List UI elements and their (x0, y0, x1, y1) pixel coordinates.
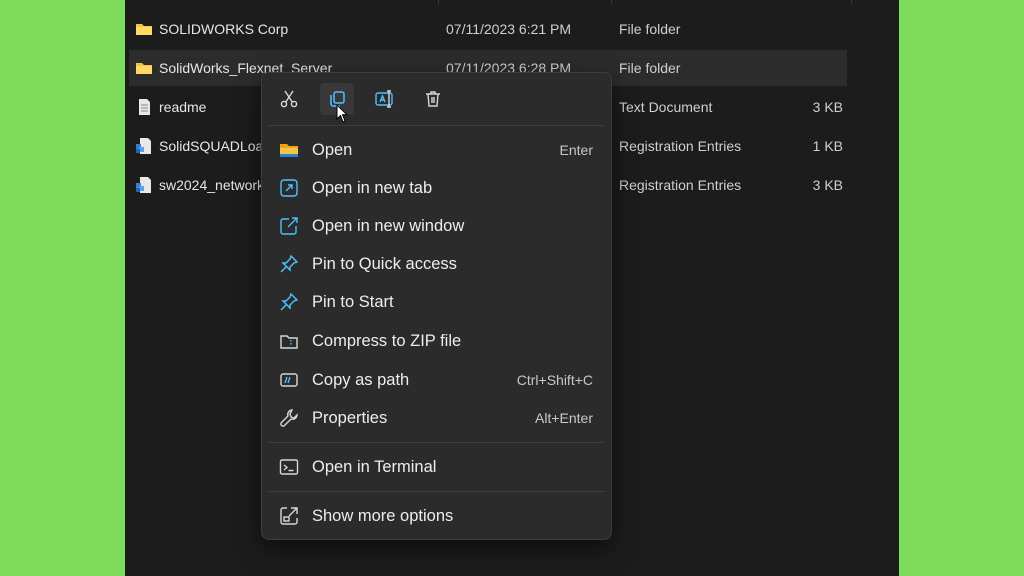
menu-item-pin-quick-access[interactable]: Pin to Quick access (266, 245, 607, 283)
file-size: 1 KB (812, 138, 843, 154)
new-tab-icon (280, 179, 298, 197)
file-row-solidworks-corp[interactable]: SOLIDWORKS Corp 07/11/2023 6:21 PM File … (129, 11, 847, 47)
menu-item-open[interactable]: Open Enter (266, 131, 607, 169)
file-type: File folder (619, 21, 681, 37)
file-type: Registration Entries (619, 138, 742, 154)
menu-item-compress-zip[interactable]: Compress to ZIP file (266, 322, 607, 360)
menu-item-label: Open in new window (312, 217, 465, 235)
menu-item-label: Pin to Start (312, 293, 394, 311)
menu-item-label: Open in new tab (312, 179, 433, 197)
file-size: 3 KB (812, 99, 843, 115)
text-document-icon (139, 99, 150, 115)
file-date: 07/11/2023 6:21 PM (446, 21, 572, 37)
pin-icon (280, 254, 299, 273)
menu-separator (268, 125, 605, 126)
delete-icon (426, 91, 440, 107)
more-options-icon (280, 507, 298, 525)
file-type: Text Document (619, 99, 713, 115)
menu-item-label: Show more options (312, 507, 454, 525)
menu-item-label: Open (312, 141, 353, 159)
menu-separator (268, 491, 605, 492)
column-separator[interactable] (611, 0, 612, 4)
terminal-icon (279, 459, 299, 475)
file-size: 3 KB (812, 177, 843, 193)
new-window-icon (280, 217, 298, 235)
menu-item-label: Compress to ZIP file (312, 332, 462, 350)
folder-icon (136, 63, 152, 74)
column-separator[interactable] (438, 0, 439, 4)
registry-file-icon (136, 138, 151, 154)
file-type: File folder (619, 60, 681, 76)
zip-icon (280, 335, 298, 349)
file-type: Registration Entries (619, 177, 742, 193)
file-size (783, 11, 843, 47)
menu-item-open-terminal[interactable]: Open in Terminal (266, 448, 607, 486)
cut-button[interactable] (272, 83, 306, 115)
rename-icon (375, 90, 393, 108)
menu-item-label: Properties (312, 409, 388, 427)
menu-item-open-new-tab[interactable]: Open in new tab (266, 169, 607, 207)
menu-item-open-new-window[interactable]: Open in new window (266, 207, 607, 245)
file-size (783, 50, 843, 86)
file-name: SOLIDWORKS Corp (159, 21, 289, 37)
menu-item-label: Copy as path (312, 371, 410, 389)
menu-item-show-more-options[interactable]: Show more options (266, 497, 607, 535)
copy-path-icon (280, 373, 298, 387)
menu-item-label: Open in Terminal (312, 458, 437, 476)
menu-item-copy-as-path[interactable]: Copy as path Ctrl+Shift+C (266, 361, 607, 399)
menu-separator (268, 442, 605, 443)
menu-item-shortcut: Enter (559, 142, 593, 158)
context-menu: Open Enter Open in new tab Open in new w… (261, 72, 612, 540)
menu-item-properties[interactable]: Properties Alt+Enter (266, 399, 607, 437)
registry-file-icon (136, 177, 151, 193)
pin-icon (280, 292, 299, 311)
cut-icon (280, 90, 298, 108)
wrench-icon (280, 409, 298, 427)
rename-button[interactable] (368, 83, 402, 115)
menu-item-pin-start[interactable]: Pin to Start (266, 283, 607, 321)
menu-item-label: Pin to Quick access (312, 255, 457, 273)
folder-icon (136, 24, 152, 35)
context-menu-toolbar (262, 73, 611, 123)
mouse-cursor-icon (336, 104, 348, 123)
menu-item-shortcut: Ctrl+Shift+C (516, 372, 593, 388)
delete-button[interactable] (416, 83, 450, 115)
folder-open-icon (280, 144, 298, 157)
column-separator[interactable] (851, 0, 852, 4)
menu-item-shortcut: Alt+Enter (535, 410, 593, 426)
